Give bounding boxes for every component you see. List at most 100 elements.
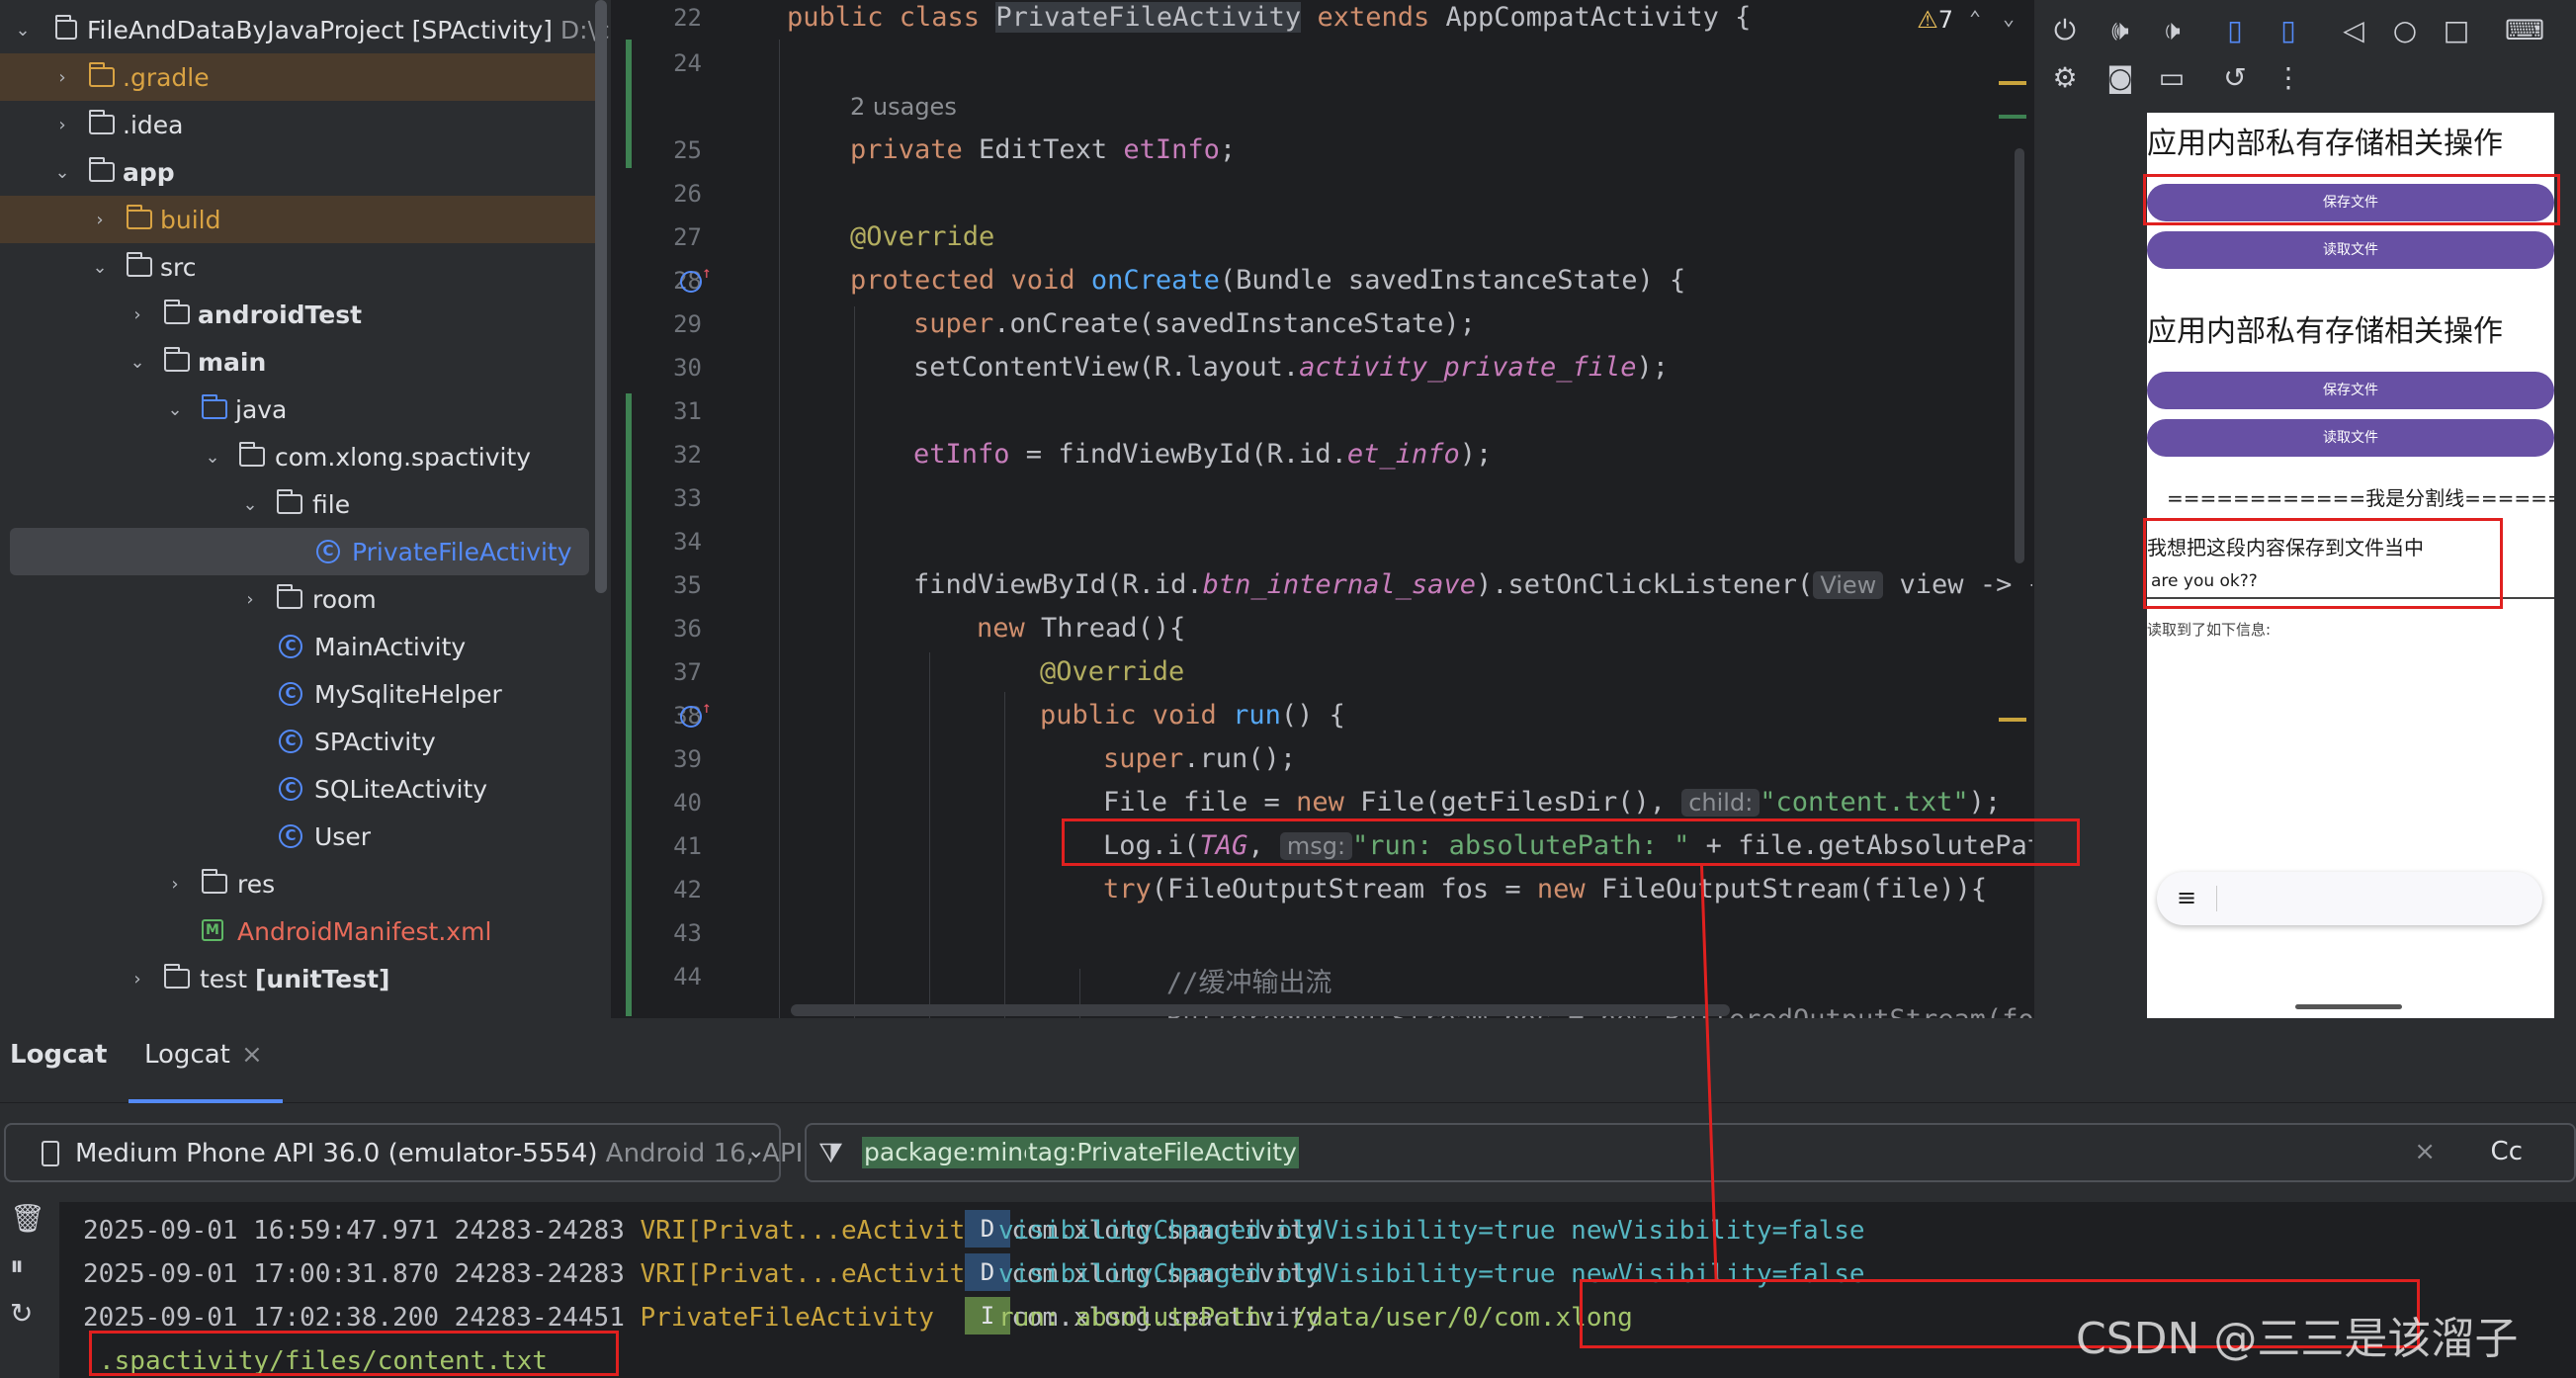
running-devices-panel: ⏻ 🕪 🕩 ▯ ▯ ◁ ○ □ ⌨ ⚙ ◙ ▭ ↺ ⋮ 应用内部私有存储相关操作… [2034, 0, 2576, 1018]
tree-item-test[interactable]: › test [unitTest] [0, 955, 603, 1002]
chevron-down-icon[interactable]: ⌄ [200, 447, 225, 468]
filter-icon[interactable]: ⧩ [818, 1137, 843, 1170]
chevron-down-icon[interactable]: ⌄ [49, 162, 75, 183]
chevron-right-icon[interactable]: › [125, 304, 150, 325]
tree-item-privatefileactivity[interactable]: C PrivateFileActivity [10, 528, 589, 575]
error-stripe-marker[interactable] [1999, 81, 2026, 85]
override-gutter-icon[interactable] [680, 706, 702, 728]
volume-up-icon[interactable]: 🕪 [2104, 14, 2137, 47]
tree-item-room[interactable]: › room [0, 575, 603, 623]
rotate-left-icon[interactable]: ▯ [2218, 14, 2252, 46]
keyboard-icon[interactable]: ⌨ [2505, 14, 2544, 46]
chevron-down-icon[interactable]: ⌄ [125, 352, 150, 373]
tree-item-idea[interactable]: › .idea [0, 101, 603, 148]
code-line-38[interactable]: public void run() { [1040, 700, 1345, 731]
tree-item-java[interactable]: ⌄ java [0, 386, 603, 433]
clear-icon[interactable]: × [2414, 1137, 2436, 1166]
tree-item-main[interactable]: ⌄ main [0, 338, 603, 386]
tree-item-manifest[interactable]: M AndroidManifest.xml [0, 907, 603, 955]
tree-item-app[interactable]: ⌄ app [0, 148, 603, 196]
device-settings-icon[interactable]: ⚙ [2048, 61, 2082, 94]
overview-icon[interactable]: □ [2440, 14, 2473, 46]
more-options-icon[interactable]: ⋮ [2272, 61, 2305, 94]
screenshot-icon[interactable]: ◙ [2104, 61, 2137, 94]
tree-item-src[interactable]: ⌄ src [0, 243, 603, 291]
back-icon[interactable]: ◁ [2337, 14, 2370, 46]
chevron-right-icon[interactable]: › [162, 874, 188, 895]
editor-scrollbar[interactable] [2015, 148, 2024, 563]
rotate-right-icon[interactable]: ▯ [2272, 14, 2305, 46]
chevron-up-icon[interactable]: ⌃ [1969, 6, 1981, 30]
power-icon[interactable]: ⏻ [2048, 14, 2082, 47]
code-line-30[interactable]: setContentView(R.layout.activity_private… [913, 352, 1669, 383]
override-gutter-icon[interactable] [680, 271, 702, 293]
logcat-filter-input[interactable]: ⧩ package:mine tag:PrivateFileActivity ×… [805, 1123, 2576, 1182]
home-icon[interactable]: ○ [2388, 14, 2422, 46]
line-number: 32 [673, 441, 702, 469]
save-file-button[interactable]: 保存文件 [2147, 372, 2554, 409]
tree-item-gradle[interactable]: › .gradle [0, 53, 603, 101]
chevron-down-icon[interactable]: ⌄ [237, 494, 263, 515]
error-stripe-marker[interactable] [1999, 115, 2026, 119]
usages-hint[interactable]: 2 usages [850, 93, 957, 121]
tree-item-build[interactable]: › build [0, 196, 603, 243]
code-line-42[interactable]: try(FileOutputStream fos = new FileOutpu… [1103, 874, 1987, 904]
chevron-right-icon[interactable]: › [49, 115, 75, 135]
class-icon: C [316, 540, 340, 563]
chevron-down-icon[interactable]: ⌄ [10, 20, 36, 41]
chevron-down-icon[interactable]: ⌄ [87, 257, 113, 278]
folder-icon [88, 62, 115, 87]
tree-item-androidtest[interactable]: › androidTest [0, 291, 603, 338]
code-line-32[interactable]: etInfo = findViewById(R.id.et_info); [913, 439, 1492, 470]
floating-toolbar[interactable]: ≡ [2157, 872, 2542, 925]
read-file-button[interactable]: 读取文件 [2147, 231, 2554, 269]
tree-item-label: User [314, 821, 371, 851]
code-line-39[interactable]: super.run(); [1103, 743, 1296, 774]
tree-item-sqliteactivity[interactable]: C SQLiteActivity [0, 765, 603, 813]
menu-icon[interactable]: ≡ [2177, 884, 2196, 911]
tree-item-res[interactable]: › res [0, 860, 603, 907]
trash-icon[interactable]: 🗑 [10, 1202, 45, 1235]
tree-item-user[interactable]: C User [0, 813, 603, 860]
warning-indicator[interactable]: ⚠7 [1917, 6, 1953, 34]
close-tab-icon[interactable]: × [241, 1040, 263, 1070]
chevron-right-icon[interactable]: › [237, 589, 263, 610]
gesture-bar[interactable] [2295, 1004, 2402, 1009]
code-line-29[interactable]: super.onCreate(savedInstanceState); [913, 308, 1476, 339]
code-line-40[interactable]: File file = new File(getFilesDir(), chil… [1103, 787, 2001, 818]
pause-icon[interactable]: ⏸ [10, 1249, 24, 1283]
volume-down-icon[interactable]: 🕩 [2155, 14, 2189, 47]
tree-item-project-root[interactable]: ⌄ FileAndDataByJavaProject [SPActivity] … [0, 6, 611, 53]
chevron-down-icon[interactable]: ⌄ [162, 399, 188, 420]
chevron-right-icon[interactable]: › [49, 67, 75, 88]
read-file-button[interactable]: 读取文件 [2147, 419, 2554, 457]
code-line-37[interactable]: @Override [1040, 656, 1184, 687]
code-line-36[interactable]: new Thread(){ [977, 613, 1185, 644]
device-selector[interactable]: Medium Phone API 36.0 (emulator-5554) An… [4, 1123, 803, 1182]
code-line-28[interactable]: protected void onCreate(Bundle savedInst… [850, 265, 1685, 296]
filter-chip-package[interactable]: package:mine [862, 1137, 1041, 1168]
chevron-down-icon[interactable]: ⌄ [2003, 6, 2015, 30]
tab-logcat[interactable]: Logcat [144, 1040, 230, 1070]
chevron-right-icon[interactable]: › [87, 210, 113, 230]
filter-chip-tag[interactable]: tag:PrivateFileActivity [1026, 1137, 1299, 1168]
chevron-right-icon[interactable]: › [125, 969, 150, 990]
code-line-22[interactable]: public class PrivateFileActivity extends… [787, 2, 1751, 33]
tree-item-mainactivity[interactable]: C MainActivity [0, 623, 603, 670]
error-stripe-marker[interactable] [1999, 718, 2026, 722]
tree-item-file[interactable]: ⌄ file [0, 480, 603, 528]
code-line-27[interactable]: @Override [850, 221, 994, 252]
screen-record-icon[interactable]: ▭ [2155, 61, 2189, 94]
code-line-35[interactable]: findViewById(R.id.btn_internal_save).set… [913, 569, 2032, 600]
tree-item-package[interactable]: ⌄ com.xlong.spactivity [0, 433, 603, 480]
watermark: CSDN @三三是该溜子 [2076, 1314, 2519, 1364]
tree-item-spactivity[interactable]: C SPActivity [0, 718, 603, 765]
restart-icon[interactable]: ↻ [10, 1297, 33, 1330]
match-case-toggle[interactable]: Cc [2491, 1137, 2523, 1166]
tree-scrollbar[interactable] [595, 0, 607, 593]
snapshot-icon[interactable]: ↺ [2218, 61, 2252, 94]
code-line-44[interactable]: //缓冲输出流 [1166, 961, 1332, 999]
editor-horizontal-scrollbar[interactable] [791, 1004, 1730, 1016]
code-line-25[interactable]: private EditText etInfo; [850, 134, 1236, 165]
tree-item-mysqlitehelper[interactable]: C MySqliteHelper [0, 670, 603, 718]
